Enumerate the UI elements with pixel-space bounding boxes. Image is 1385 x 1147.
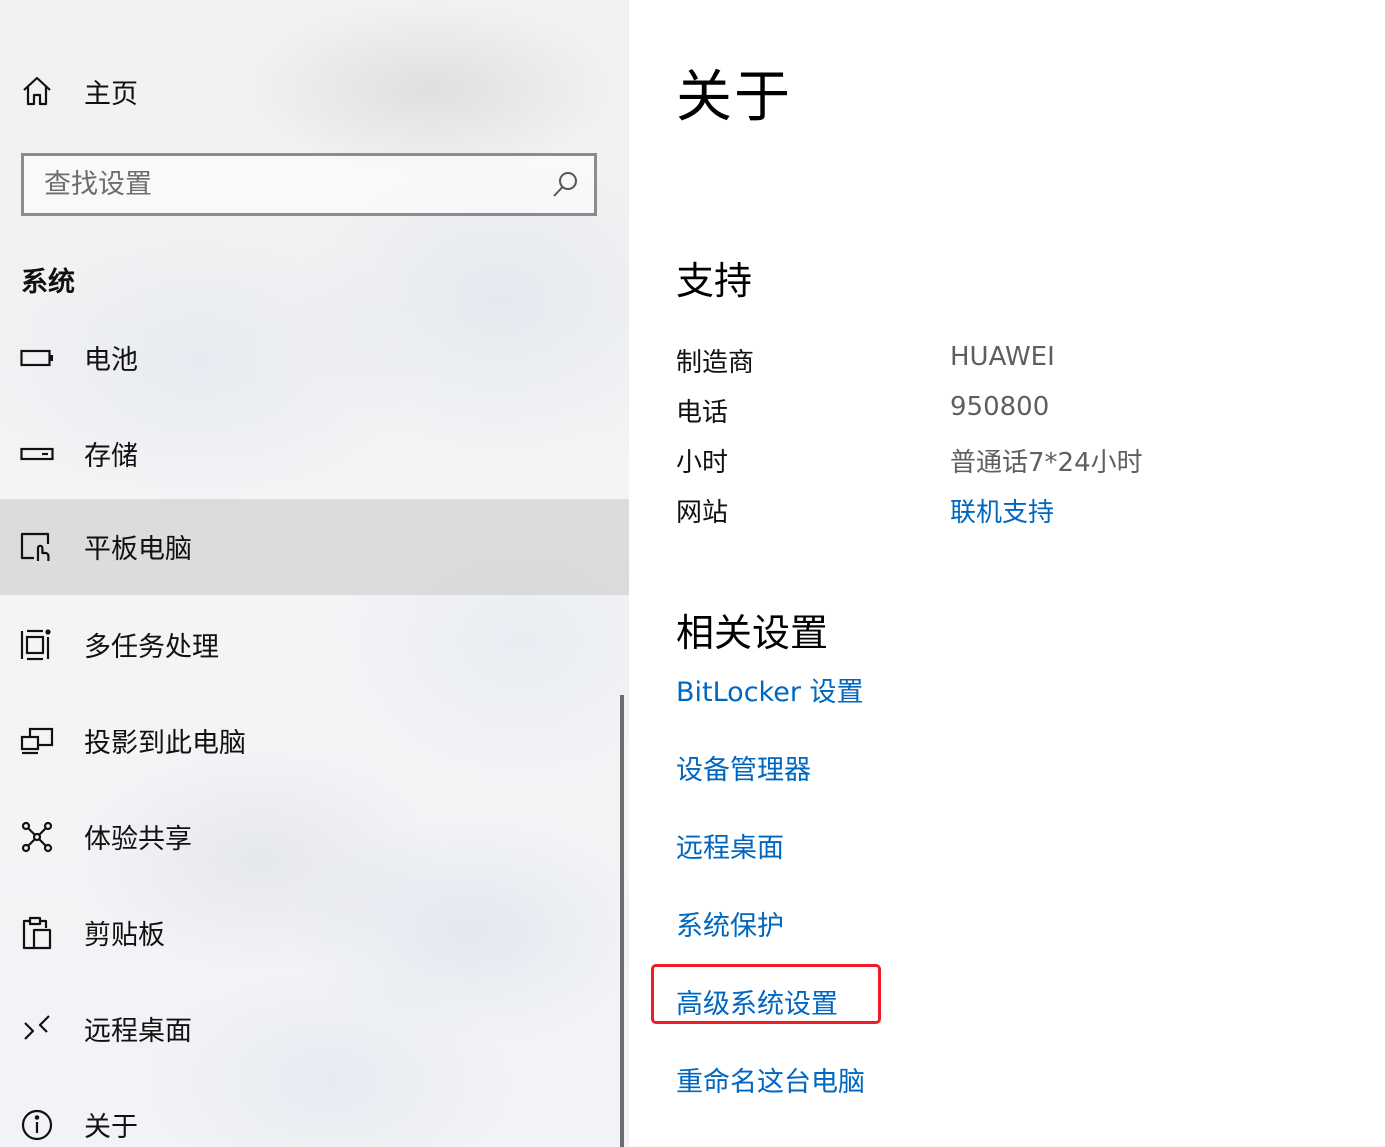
main-content: 关于 支持 制造商 HUAWEI 电话 950800 小时 普通话7*24小时 …	[629, 0, 1385, 1147]
sidebar-item-project[interactable]: 投影到此电脑	[0, 693, 629, 789]
sidebar-item-label: 体验共享	[84, 824, 192, 855]
support-value: 950800	[950, 392, 1050, 422]
support-key: 制造商	[676, 348, 755, 378]
shared-experiences-icon	[20, 820, 54, 854]
support-heading: 支持	[676, 259, 753, 303]
sidebar-item-label: 平板电脑	[84, 534, 192, 565]
search-box[interactable]	[21, 153, 597, 216]
support-value: 普通话7*24小时	[950, 448, 1143, 478]
sidebar: 主页 系统 电池	[0, 0, 629, 1147]
tablet-icon	[20, 530, 54, 564]
settings-window: 主页 系统 电池	[0, 0, 1385, 1147]
search-icon[interactable]	[550, 170, 580, 200]
sidebar-item-label: 多任务处理	[84, 632, 219, 663]
sidebar-item-battery[interactable]: 电池	[0, 310, 629, 406]
sidebar-scrollbar[interactable]	[620, 695, 624, 1147]
online-support-link[interactable]: 联机支持	[950, 492, 1054, 529]
support-value: HUAWEI	[950, 342, 1055, 372]
system-protection-link[interactable]: 系统保护	[676, 904, 784, 943]
bitlocker-settings-link[interactable]: BitLocker 设置	[676, 670, 864, 709]
support-key: 小时	[676, 448, 729, 478]
remote-desktop-link[interactable]: 远程桌面	[676, 826, 784, 865]
sidebar-item-clipboard[interactable]: 剪贴板	[0, 885, 629, 981]
multitasking-icon	[20, 628, 54, 662]
sidebar-item-about[interactable]: 关于	[0, 1077, 629, 1147]
sidebar-item-label: 关于	[84, 1112, 138, 1143]
storage-icon	[20, 437, 54, 471]
sidebar-item-storage[interactable]: 存储	[0, 406, 629, 502]
sidebar-item-label: 投影到此电脑	[84, 728, 246, 759]
sidebar-item-label: 存储	[84, 441, 138, 472]
sidebar-item-remote-desktop[interactable]: 远程桌面	[0, 981, 629, 1077]
support-row-hours: 小时 普通话7*24小时	[676, 442, 1376, 486]
search-input[interactable]	[24, 156, 554, 213]
support-row-website: 网站 联机支持	[676, 492, 1376, 536]
sidebar-item-label: 远程桌面	[84, 1016, 192, 1047]
related-settings-heading: 相关设置	[676, 611, 829, 655]
support-key: 网站	[676, 498, 729, 528]
sidebar-home[interactable]: 主页	[0, 60, 629, 124]
sidebar-item-label: 电池	[84, 345, 138, 376]
project-icon	[20, 724, 54, 758]
sidebar-item-multitasking[interactable]: 多任务处理	[0, 597, 629, 693]
sidebar-item-tablet[interactable]: 平板电脑	[0, 499, 629, 595]
section-title: 系统	[21, 267, 75, 298]
clipboard-icon	[20, 916, 54, 950]
support-key: 电话	[676, 398, 729, 428]
rename-pc-link[interactable]: 重命名这台电脑	[676, 1060, 865, 1099]
home-icon	[20, 74, 54, 108]
sidebar-item-label: 剪贴板	[84, 920, 165, 951]
battery-icon	[20, 341, 54, 375]
remote-desktop-icon	[20, 1012, 54, 1046]
support-row-manufacturer: 制造商 HUAWEI	[676, 342, 1376, 386]
support-row-phone: 电话 950800	[676, 392, 1376, 436]
sidebar-home-label: 主页	[84, 79, 138, 110]
sidebar-item-shared-experiences[interactable]: 体验共享	[0, 789, 629, 885]
highlight-box	[651, 964, 881, 1024]
device-manager-link[interactable]: 设备管理器	[676, 748, 811, 787]
page-title: 关于	[676, 65, 792, 130]
info-icon	[20, 1108, 54, 1142]
